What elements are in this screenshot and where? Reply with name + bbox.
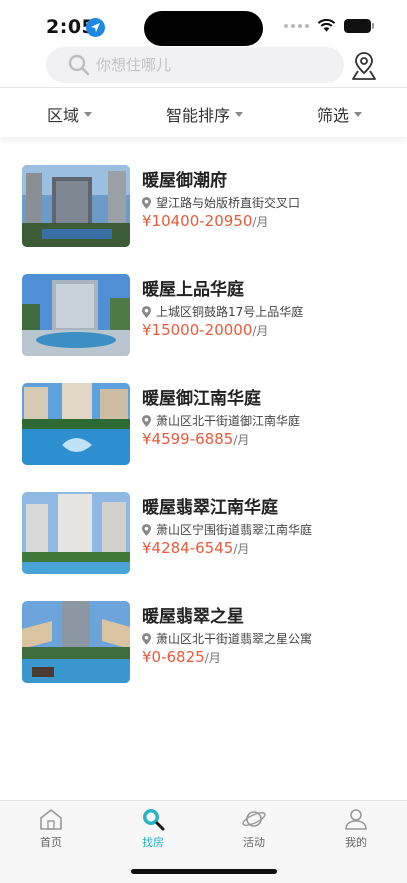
location-pin-icon xyxy=(142,632,151,645)
listing-photo xyxy=(22,274,130,356)
filter-area-label: 区域 xyxy=(47,106,80,125)
signal-dots-icon xyxy=(284,24,309,28)
chevron-down-icon xyxy=(354,111,363,117)
listing-price-unit: /月 xyxy=(233,433,250,447)
filter-more[interactable]: 筛选 xyxy=(317,102,363,126)
listing-item[interactable]: 暖屋上品华庭 上城区铜鼓路17号上品华庭 ¥15000-20000/月 xyxy=(0,272,407,381)
dynamic-island xyxy=(144,11,263,46)
tab-find-house-label: 找房 xyxy=(142,836,164,849)
location-pin-icon xyxy=(142,196,151,209)
tab-activity[interactable]: 活动 xyxy=(224,807,284,850)
location-pin-icon xyxy=(142,523,151,536)
listing-title: 暖屋御江南华庭 xyxy=(142,389,261,409)
listing-address: 萧山区北干街道翡翠之星公寓 xyxy=(142,630,312,647)
listing-title: 暖屋翡翠之星 xyxy=(142,607,244,627)
listing-price-value: ¥4284-6545 xyxy=(142,539,234,557)
listing-price: ¥15000-20000/月 xyxy=(142,321,268,339)
listing-price-value: ¥0-6825 xyxy=(142,648,205,666)
tab-home[interactable]: 首页 xyxy=(21,807,81,850)
listing-price: ¥4284-6545/月 xyxy=(142,539,249,557)
listing-photo xyxy=(22,601,130,683)
listing-address-text: 望江路与始版桥直街交叉口 xyxy=(156,196,301,210)
tab-find-house[interactable]: 找房 xyxy=(123,807,183,850)
listing-price-value: ¥10400-20950 xyxy=(142,212,253,230)
listing-list: 暖屋御潮府 望江路与始版桥直街交叉口 ¥10400-20950/月 暖屋上品华庭… xyxy=(0,163,407,708)
listing-price-unit: /月 xyxy=(252,324,269,338)
filter-more-label: 筛选 xyxy=(317,106,350,125)
filter-sort[interactable]: 智能排序 xyxy=(166,102,244,126)
wifi-icon xyxy=(317,19,336,32)
listing-price-value: ¥15000-20000 xyxy=(142,321,253,339)
listing-price-unit: /月 xyxy=(204,651,221,665)
status-bar: 2:05 xyxy=(0,0,407,52)
home-icon xyxy=(40,809,62,830)
listing-address-text: 萧山区北干街道翡翠之星公寓 xyxy=(156,632,313,646)
status-indicators xyxy=(284,19,374,33)
tab-profile[interactable]: 我的 xyxy=(326,807,386,850)
listing-title: 暖屋御潮府 xyxy=(142,171,227,191)
tab-profile-label: 我的 xyxy=(345,836,367,849)
chevron-down-icon xyxy=(235,111,244,117)
location-arrow-icon xyxy=(86,18,105,37)
listing-price-unit: /月 xyxy=(233,542,250,556)
search-row xyxy=(0,46,407,86)
listing-photo xyxy=(22,492,130,574)
filter-area[interactable]: 区域 xyxy=(47,102,93,126)
profile-icon xyxy=(345,809,367,830)
listing-address-text: 上城区铜鼓路17号上品华庭 xyxy=(156,305,304,319)
map-location-button[interactable] xyxy=(350,50,378,82)
home-indicator xyxy=(131,869,277,874)
listing-item[interactable]: 暖屋御潮府 望江路与始版桥直街交叉口 ¥10400-20950/月 xyxy=(0,163,407,272)
listing-address: 上城区铜鼓路17号上品华庭 xyxy=(142,303,303,320)
listing-title: 暖屋翡翠江南华庭 xyxy=(142,498,278,518)
listing-title: 暖屋上品华庭 xyxy=(142,280,244,300)
tab-home-label: 首页 xyxy=(40,836,62,849)
listing-item[interactable]: 暖屋翡翠江南华庭 萧山区宁围街道翡翠江南华庭 ¥4284-6545/月 xyxy=(0,490,407,599)
activity-planet-icon xyxy=(242,811,266,827)
find-house-icon xyxy=(143,809,165,831)
filter-sort-label: 智能排序 xyxy=(166,106,231,125)
listing-price: ¥10400-20950/月 xyxy=(142,212,268,230)
listing-price: ¥0-6825/月 xyxy=(142,648,221,666)
tab-activity-label: 活动 xyxy=(243,836,265,849)
listing-address-text: 萧山区北干街道御江南华庭 xyxy=(156,414,301,428)
search-icon xyxy=(68,54,90,76)
listing-price: ¥4599-6885/月 xyxy=(142,430,249,448)
listing-photo xyxy=(22,165,130,247)
listing-address: 萧山区北干街道御江南华庭 xyxy=(142,412,300,429)
bottom-tab-bar: 首页 找房 活动 我的 xyxy=(0,800,407,883)
location-pin-icon xyxy=(142,414,151,427)
location-pin-icon xyxy=(142,305,151,318)
listing-address: 望江路与始版桥直街交叉口 xyxy=(142,194,300,211)
filter-bar: 区域 智能排序 筛选 xyxy=(0,87,407,137)
listing-price-unit: /月 xyxy=(252,215,269,229)
listing-address: 萧山区宁围街道翡翠江南华庭 xyxy=(142,521,312,538)
search-input[interactable] xyxy=(96,56,316,74)
listing-photo xyxy=(22,383,130,465)
map-pin-icon xyxy=(352,52,376,80)
listing-price-value: ¥4599-6885 xyxy=(142,430,234,448)
listing-address-text: 萧山区宁围街道翡翠江南华庭 xyxy=(156,523,313,537)
search-bar[interactable] xyxy=(46,47,344,83)
battery-icon xyxy=(344,19,374,33)
chevron-down-icon xyxy=(84,111,93,117)
listing-item[interactable]: 暖屋御江南华庭 萧山区北干街道御江南华庭 ¥4599-6885/月 xyxy=(0,381,407,490)
listing-item[interactable]: 暖屋翡翠之星 萧山区北干街道翡翠之星公寓 ¥0-6825/月 xyxy=(0,599,407,708)
